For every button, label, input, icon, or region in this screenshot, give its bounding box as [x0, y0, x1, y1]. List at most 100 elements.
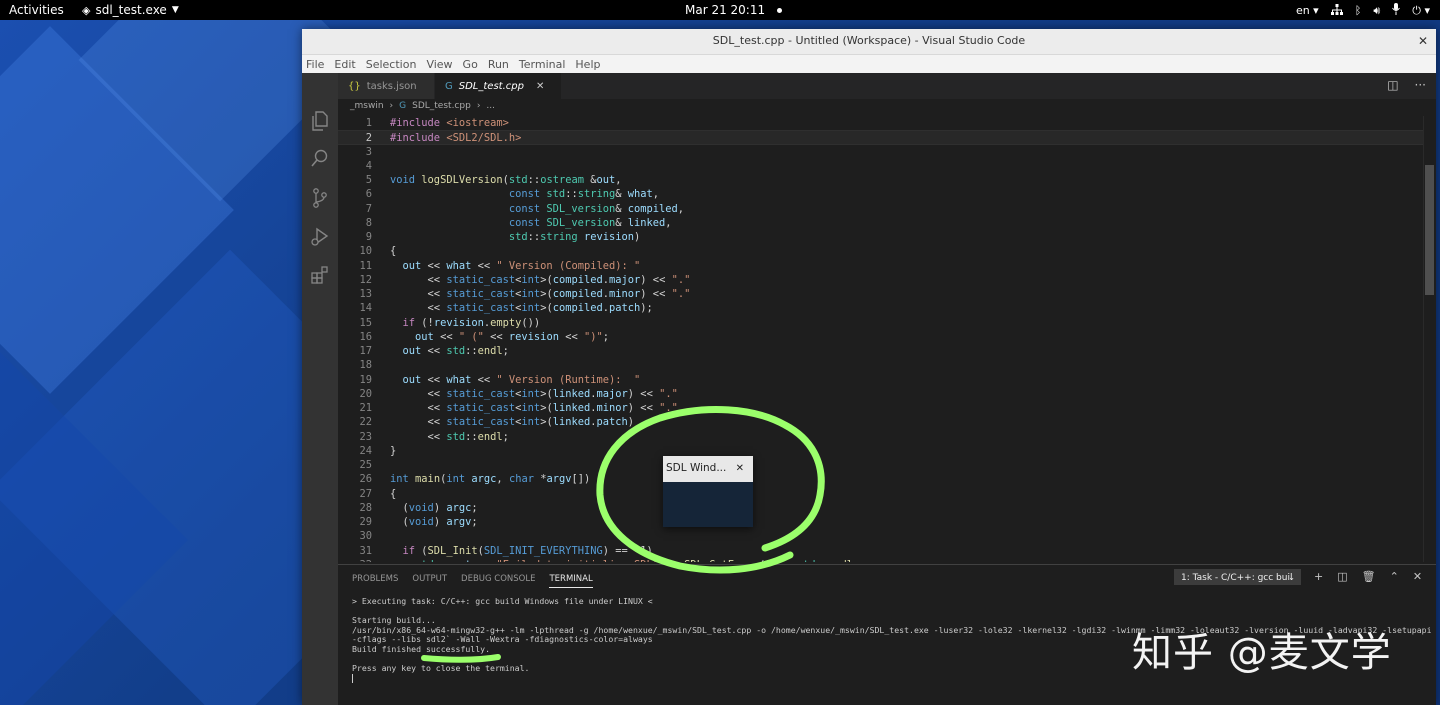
chevron-up-icon[interactable]: ⌃	[1390, 570, 1399, 583]
code-line[interactable]: 8 const SDL_version& linked,	[338, 216, 1423, 230]
line-content: << std::endl;	[390, 430, 509, 443]
menu-file[interactable]: File	[306, 58, 324, 71]
code-line[interactable]: 19 out << what << " Version (Runtime): "	[338, 373, 1423, 387]
split-terminal-icon[interactable]: ◫	[1337, 570, 1347, 583]
tab-output[interactable]: OUTPUT	[412, 574, 447, 588]
network-icon[interactable]	[1330, 3, 1343, 18]
search-icon[interactable]	[310, 149, 330, 169]
terminal-line: > Executing task: C/C++: gcc build Windo…	[352, 596, 653, 606]
code-line[interactable]: 16 out << " (" << revision << ")";	[338, 330, 1423, 344]
code-line[interactable]: 29 (void) argv;	[338, 515, 1423, 529]
tab-terminal[interactable]: TERMINAL	[549, 574, 593, 588]
code-line[interactable]: 18	[338, 358, 1423, 372]
new-terminal-icon[interactable]: +	[1314, 570, 1323, 583]
close-icon[interactable]: ✕	[736, 456, 744, 481]
code-line[interactable]: 10 {	[338, 244, 1423, 258]
menu-run[interactable]: Run	[488, 58, 509, 71]
menu-edit[interactable]: Edit	[334, 58, 355, 71]
code-line[interactable]: 15 if (!revision.empty())	[338, 316, 1423, 330]
code-line[interactable]: 22 << static_cast<int>(linked.patch)	[338, 415, 1423, 429]
window-titlebar[interactable]: SDL_test.cpp - Untitled (Workspace) - Vi…	[302, 29, 1436, 55]
close-panel-icon[interactable]: ✕	[1413, 570, 1422, 583]
sdl-window[interactable]: SDL Wind... ✕	[663, 456, 753, 527]
app-name: sdl_test.exe	[95, 3, 167, 17]
bluetooth-icon[interactable]: ᛒ	[1355, 4, 1362, 17]
run-debug-icon[interactable]	[310, 227, 330, 247]
menu-terminal[interactable]: Terminal	[519, 58, 566, 71]
tab-problems[interactable]: PROBLEMS	[352, 574, 398, 588]
split-editor-icon[interactable]: ◫	[1387, 78, 1398, 92]
code-line[interactable]: 30	[338, 529, 1423, 543]
code-line[interactable]: 2 #include <SDL2/SDL.h>	[338, 130, 1423, 145]
line-number: 1	[365, 117, 372, 129]
system-tray[interactable]: en ▾ ᛒ 🔊︎ ⏻ ▾	[1296, 3, 1430, 18]
code-line[interactable]: 28 (void) argc;	[338, 501, 1423, 515]
tab-label: SDL_test.cpp	[458, 80, 524, 92]
language-indicator[interactable]: en ▾	[1296, 4, 1319, 17]
code-line[interactable]: 32 std::cout << "Failed to initialize SD…	[338, 558, 1423, 562]
explorer-icon[interactable]	[310, 111, 330, 131]
line-number: 21	[359, 402, 372, 414]
code-line[interactable]: 17 out << std::endl;	[338, 344, 1423, 358]
code-line[interactable]: 7 const SDL_version& compiled,	[338, 202, 1423, 216]
window-close-button[interactable]: ✕	[1418, 29, 1428, 53]
breadcrumb-symbol[interactable]: ...	[486, 101, 495, 111]
tab-tasks-json[interactable]: {} tasks.json	[338, 73, 434, 99]
line-content: const SDL_version& linked,	[508, 216, 672, 229]
code-line[interactable]: 6 const std::string& what,	[338, 187, 1423, 201]
json-file-icon: {}	[348, 80, 361, 92]
editor-tab-bar: {} tasks.json G SDL_test.cpp ✕ ◫ ···	[338, 73, 1436, 99]
code-line[interactable]: 20 << static_cast<int>(linked.major) << …	[338, 387, 1423, 401]
sdl-window-titlebar[interactable]: SDL Wind... ✕	[663, 456, 753, 482]
more-actions-icon[interactable]: ···	[1415, 78, 1426, 92]
code-line[interactable]: 14 << static_cast<int>(compiled.patch);	[338, 301, 1423, 315]
code-line[interactable]: 31 if (SDL_Init(SDL_INIT_EVERYTHING) == …	[338, 544, 1423, 558]
volume-icon[interactable]: 🔊︎	[1373, 4, 1380, 18]
tab-sdl-test-cpp[interactable]: G SDL_test.cpp ✕	[435, 73, 561, 99]
menu-selection[interactable]: Selection	[366, 58, 417, 71]
app-menu[interactable]: ◈ sdl_test.exe ▼	[82, 3, 179, 17]
scrollbar-thumb[interactable]	[1425, 165, 1434, 295]
code-line[interactable]: 1 #include <iostream>	[338, 116, 1423, 130]
line-content: (void) argc;	[390, 501, 478, 514]
code-line[interactable]: 12 << static_cast<int>(compiled.major) <…	[338, 273, 1423, 287]
line-content: out << " (" << revision << ")";	[415, 330, 610, 343]
microphone-icon[interactable]	[1392, 3, 1401, 18]
code-line[interactable]: 21 << static_cast<int>(linked.minor) << …	[338, 401, 1423, 415]
code-line[interactable]: 4	[338, 159, 1423, 173]
code-line[interactable]: 5 void logSDLVersion(std::ostream &out,	[338, 173, 1423, 187]
power-icon[interactable]: ⏻ ▾	[1412, 4, 1430, 18]
code-line[interactable]: 3	[338, 145, 1423, 159]
activities-button[interactable]: Activities	[9, 3, 64, 17]
menu-view[interactable]: View	[426, 58, 452, 71]
terminal-select[interactable]: 1: Task - C/C++: gcc buil ⌄	[1174, 569, 1301, 585]
panel-tabs: PROBLEMS OUTPUT DEBUG CONSOLE TERMINAL	[352, 574, 593, 588]
breadcrumb-folder[interactable]: _mswin	[350, 101, 384, 111]
code-line[interactable]: 27 {	[338, 487, 1423, 501]
menu-help[interactable]: Help	[575, 58, 600, 71]
cpp-file-icon: G	[399, 101, 407, 111]
code-line[interactable]: 11 out << what << " Version (Compiled): …	[338, 259, 1423, 273]
gnome-top-bar: Activities ◈ sdl_test.exe ▼ Mar 21 20:11…	[0, 0, 1440, 20]
line-number: 9	[365, 231, 372, 243]
code-line[interactable]: 26 int main(int argc, char *argv[])	[338, 472, 1423, 486]
breadcrumb-file[interactable]: SDL_test.cpp	[412, 101, 471, 111]
code-line[interactable]: 13 << static_cast<int>(compiled.minor) <…	[338, 287, 1423, 301]
menu-bar: File Edit Selection View Go Run Terminal…	[302, 55, 1436, 73]
code-editor[interactable]: 1 #include <iostream> 2 #include <SDL2/SDL.…	[338, 116, 1423, 562]
code-line[interactable]: 25	[338, 458, 1423, 472]
line-content: out << what << " Version (Compiled): "	[402, 259, 641, 272]
line-number: 23	[359, 430, 372, 443]
code-line[interactable]: 9 std::string revision)	[338, 230, 1423, 244]
extensions-icon[interactable]	[310, 266, 330, 286]
code-line[interactable]: 23 << std::endl;	[338, 430, 1423, 444]
watermark: 知乎 @麦文学	[1132, 630, 1392, 676]
tab-debug-console[interactable]: DEBUG CONSOLE	[461, 574, 535, 588]
clock[interactable]: Mar 21 20:11	[685, 3, 783, 17]
menu-go[interactable]: Go	[463, 58, 478, 71]
trash-icon[interactable]: 🗑︎	[1362, 570, 1376, 583]
tab-close-icon[interactable]: ✕	[536, 81, 544, 92]
source-control-icon[interactable]	[310, 188, 330, 208]
code-line[interactable]: 24}	[338, 444, 1423, 458]
editor-scrollbar[interactable]	[1423, 116, 1436, 562]
